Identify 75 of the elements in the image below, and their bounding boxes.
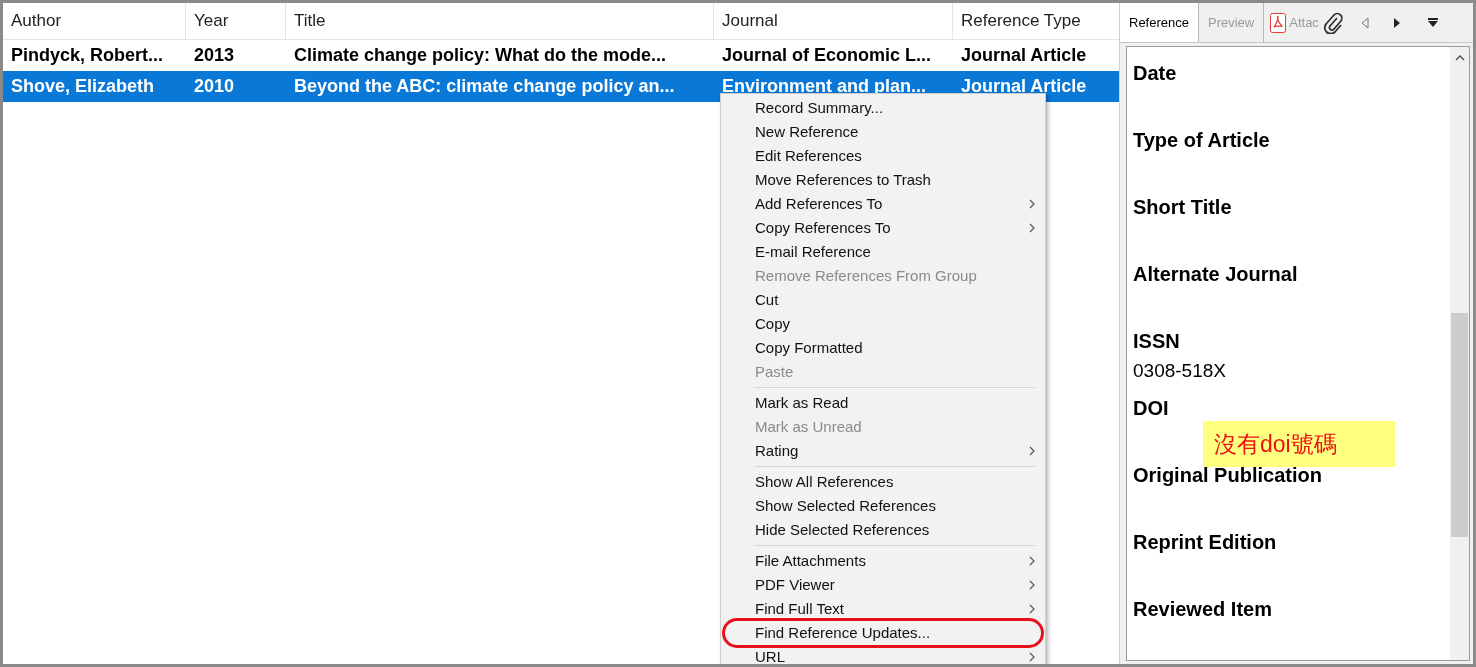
table-cell-text: 2010: [193, 75, 236, 98]
table-cell-text: Journal Article: [960, 75, 1088, 98]
menu-item-label: PDF Viewer: [755, 574, 835, 595]
menu-item[interactable]: Find Reference Updates...: [725, 621, 1041, 645]
field-label: DOI: [1133, 396, 1170, 421]
menu-item[interactable]: Find Full Text: [755, 597, 1035, 621]
menu-item-label: Hide Selected References: [755, 519, 930, 540]
menu-item[interactable]: Mark as Read: [755, 391, 1035, 415]
menu-item[interactable]: New Reference: [755, 120, 1035, 144]
menu-item[interactable]: Copy Formatted: [755, 336, 1035, 360]
menu-item-label: Rating: [755, 440, 799, 461]
menu-item-label: Copy Formatted: [755, 337, 863, 358]
menu-item[interactable]: Hide Selected References: [755, 518, 1035, 542]
table-cell-text: 2013: [193, 44, 236, 67]
field-label: ISSN: [1133, 329, 1181, 354]
table-cell-text: Shove, Elizabeth: [10, 75, 156, 98]
menu-item-label: E-mail Reference: [755, 241, 871, 262]
dropdown-icon[interactable]: [1426, 17, 1439, 28]
table-row[interactable]: Shove, Elizabeth 2010 Beyond the ABC: climate change policy an... Environment and plan... Journal Article: [3, 71, 1119, 102]
menu-item[interactable]: Show All References: [755, 470, 1035, 494]
menu-item-label: Move References to Trash: [755, 169, 931, 190]
next-icon[interactable]: [1392, 16, 1401, 29]
table-cell-text: Environment and plan...: [721, 75, 928, 98]
table-cell-text: Journal Article: [960, 44, 1088, 67]
menu-item-label: Find Full Text: [755, 598, 844, 619]
menu-item[interactable]: File Attachments: [755, 549, 1035, 573]
field-label: Reviewed Item: [1133, 597, 1273, 622]
menu-item-label: Mark as Unread: [755, 416, 862, 437]
table-cell-text: Journal of Economic L...: [721, 44, 933, 67]
menu-item-label: Paste: [755, 361, 794, 382]
table-cell-text: Beyond the ABC: climate change policy an...: [293, 75, 676, 98]
table-cell-text: Pindyck, Robert...: [10, 44, 165, 67]
scrollbar-thumb[interactable]: [1451, 313, 1468, 537]
menu-item-label: Copy: [755, 313, 791, 334]
menu-item-label: Show All References: [755, 471, 894, 492]
menu-item-label: Edit References: [755, 145, 862, 166]
field-label: Type of Article: [1133, 128, 1271, 153]
menu-item[interactable]: Copy: [755, 312, 1035, 336]
menu-item[interactable]: Add References To: [755, 192, 1035, 216]
menu-item-label: Copy References To: [755, 217, 891, 238]
menu-item-label: Show Selected References: [755, 495, 936, 516]
menu-item-label: Add References To: [755, 193, 883, 214]
paperclip-icon[interactable]: [1322, 11, 1343, 34]
menu-item-label: Cut: [755, 289, 779, 310]
field-label: Reprint Edition: [1133, 530, 1278, 555]
menu-item[interactable]: E-mail Reference: [755, 240, 1035, 264]
menu-item[interactable]: Cut: [755, 288, 1035, 312]
field-label: Short Title: [1133, 195, 1233, 220]
menu-item-label: URL: [755, 646, 785, 664]
previous-icon[interactable]: [1360, 16, 1369, 29]
column-header[interactable]: Journal: [714, 3, 953, 39]
menu-item[interactable]: Copy References To: [755, 216, 1035, 240]
field-value[interactable]: 0308-518X: [1133, 357, 1444, 385]
annotation-note: 沒有doi號碼: [1203, 421, 1395, 467]
column-header[interactable]: Author: [3, 3, 186, 39]
menu-item-label: Find Reference Updates...: [755, 622, 931, 643]
scroll-up-icon[interactable]: [1454, 55, 1465, 61]
scrollbar[interactable]: [1450, 47, 1469, 660]
menu-item-label: New Reference: [755, 121, 859, 142]
menu-item[interactable]: Edit References: [755, 144, 1035, 168]
panel-tab[interactable]: Reference: [1120, 3, 1199, 42]
table-cell-text: Climate change policy: What do the mode...: [293, 44, 668, 67]
column-header[interactable]: Year: [186, 3, 286, 39]
menu-item[interactable]: Rating: [755, 439, 1035, 463]
menu-item[interactable]: Show Selected References: [755, 494, 1035, 518]
field-label: Date: [1133, 61, 1178, 86]
menu-item-label: Mark as Read: [755, 392, 849, 413]
column-header[interactable]: Title: [286, 3, 714, 39]
menu-item[interactable]: Move References to Trash: [755, 168, 1035, 192]
field-label: Alternate Journal: [1133, 262, 1299, 287]
menu-item-label: File Attachments: [755, 550, 866, 571]
menu-item[interactable]: URL: [755, 645, 1035, 664]
pdf-icon: [1270, 12, 1287, 33]
menu-item[interactable]: PDF Viewer: [755, 573, 1035, 597]
menu-item-label: Remove References From Group: [755, 265, 977, 286]
